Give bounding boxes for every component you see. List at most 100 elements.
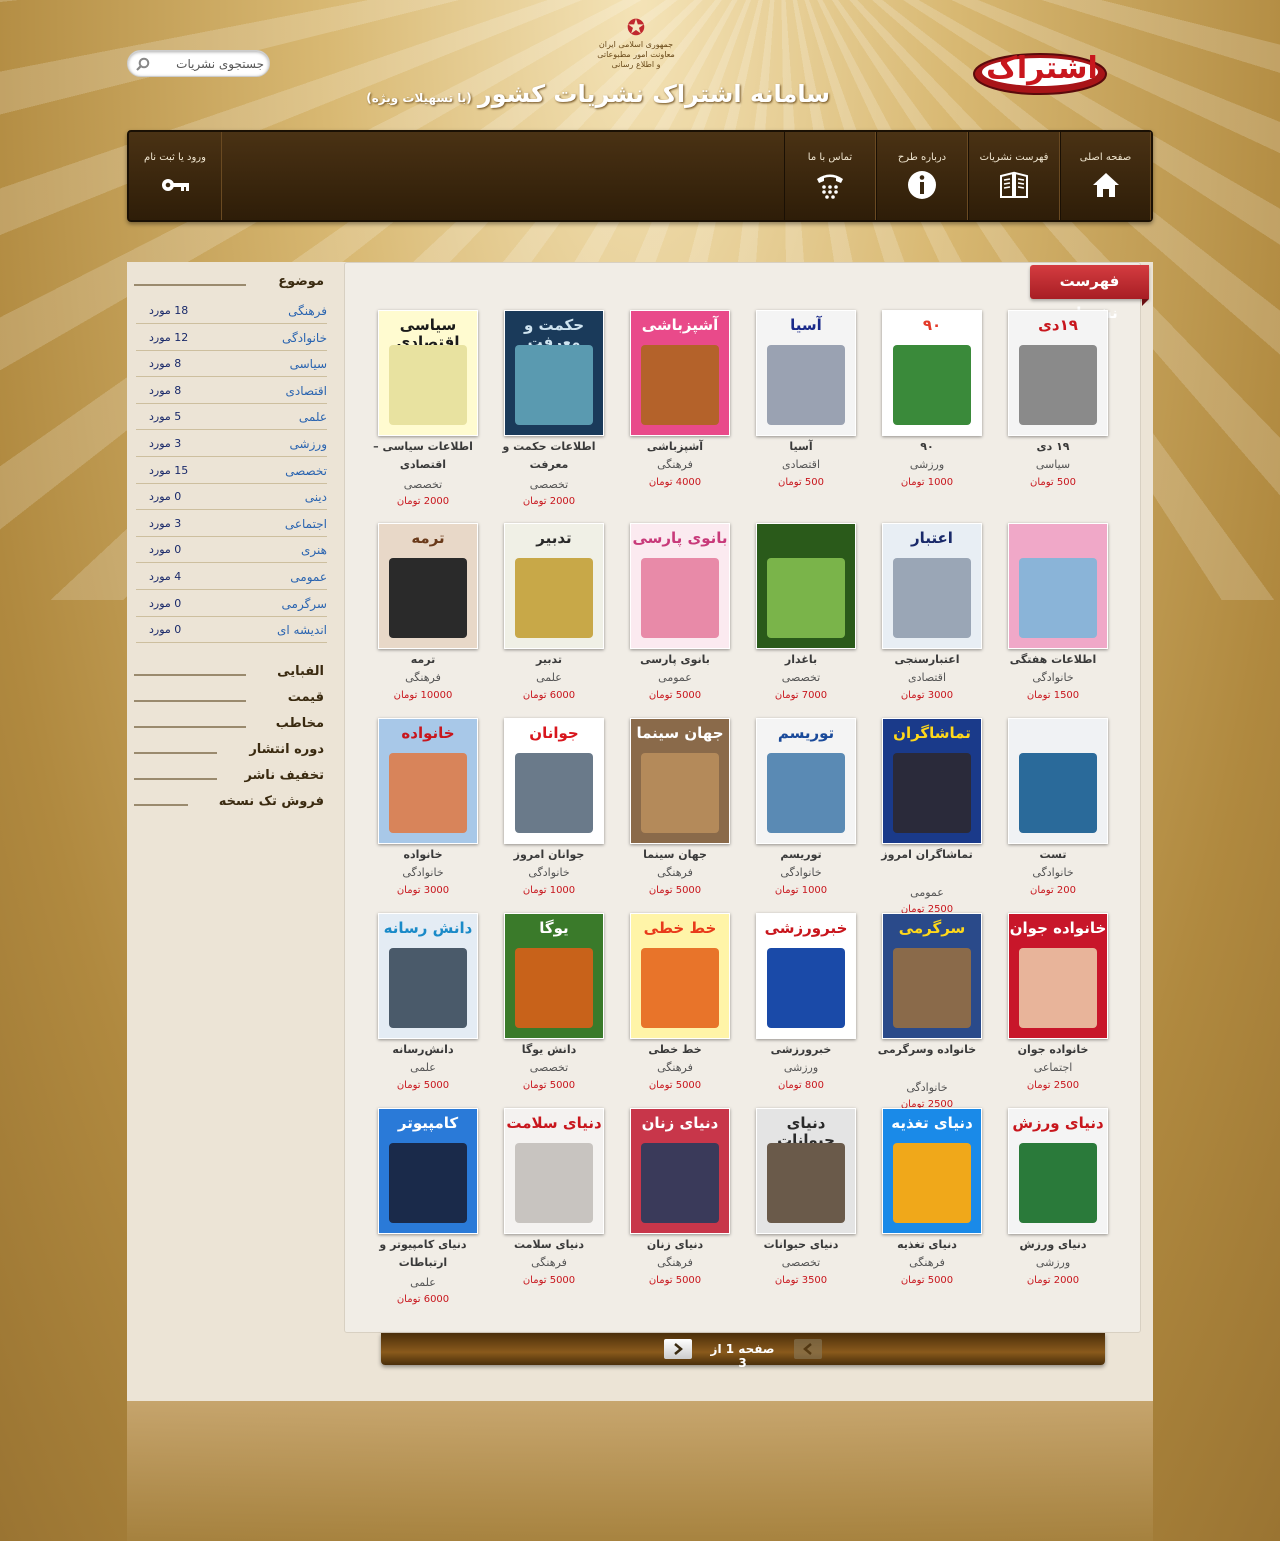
publication-card[interactable]: تدبیر تدبیر علمی 6000 تومان <box>486 521 612 701</box>
publication-name[interactable]: دنیای سلامت <box>490 1236 608 1254</box>
prev-page-button[interactable] <box>794 1339 822 1359</box>
publication-cover[interactable]: سیاسی اقتصادی <box>378 310 478 436</box>
publication-name[interactable]: دنیای تغذیه <box>868 1236 986 1254</box>
publication-card[interactable]: اطلاعات هفتگی خانوادگی 1500 تومان <box>990 521 1116 701</box>
publication-card[interactable]: ۱۹دی ۱۹ دی سیاسی 500 تومان <box>990 308 1116 488</box>
publication-card[interactable]: توریسم توریسم خانوادگی 1000 تومان <box>738 716 864 896</box>
publication-name[interactable]: اطلاعات حکمت و معرفت <box>490 438 608 474</box>
topic-item[interactable]: خانوادگی 12 مورد <box>136 325 327 351</box>
publication-cover[interactable]: جهان سینما <box>630 718 730 844</box>
filter-topic-header[interactable]: موضوع <box>134 274 324 294</box>
topic-item[interactable]: ورزشی 3 مورد <box>136 431 327 457</box>
publication-cover[interactable]: اعتبار <box>882 523 982 649</box>
publication-name[interactable]: اعتبارسنجی <box>868 651 986 669</box>
publication-name[interactable]: دنیای حیوانات <box>742 1236 860 1254</box>
publication-cover[interactable]: خبرورزشی <box>756 913 856 1039</box>
publication-cover[interactable]: دنیای زنان <box>630 1108 730 1234</box>
topic-name[interactable]: فرهنگی <box>288 304 327 318</box>
publication-cover[interactable]: آشپزباشی <box>630 310 730 436</box>
publication-cover[interactable]: تدبیر <box>504 523 604 649</box>
publication-cover[interactable]: دنیای تغذیه <box>882 1108 982 1234</box>
topic-name[interactable]: عمومی <box>290 570 327 584</box>
publication-name[interactable]: دنیای ورزش <box>994 1236 1112 1254</box>
publication-name[interactable]: بانوی پارسی <box>616 651 734 669</box>
publication-cover[interactable]: تماشاگران <box>882 718 982 844</box>
publication-cover[interactable]: سرگرمی <box>882 913 982 1039</box>
publication-name[interactable]: دنیای زنان <box>616 1236 734 1254</box>
publication-card[interactable]: جهان سینما جهان سینما فرهنگی 5000 تومان <box>612 716 738 896</box>
publication-name[interactable]: آسیا <box>742 438 860 456</box>
publication-name[interactable]: تست <box>994 846 1112 864</box>
publication-cover[interactable]: ۹۰ <box>882 310 982 436</box>
topic-item[interactable]: اندیشه ای 0 مورد <box>136 617 327 644</box>
publication-name[interactable]: خانواده جوان <box>994 1041 1112 1059</box>
nav-login[interactable]: ورود یا ثبت نام <box>129 132 222 220</box>
publication-card[interactable]: سیاسی اقتصادی اطلاعات سیاسی – اقتصادی تخصص… <box>360 308 486 507</box>
publication-cover[interactable]: توریسم <box>756 718 856 844</box>
topic-name[interactable]: هنری <box>301 543 327 557</box>
publication-name[interactable]: ۱۹ دی <box>994 438 1112 456</box>
publication-name[interactable]: ترمه <box>364 651 482 669</box>
topic-item[interactable]: سرگرمی 0 مورد <box>136 591 327 617</box>
publication-name[interactable]: آشپزباشی <box>616 438 734 456</box>
publication-card[interactable]: دنیای سلامت دنیای سلامت فرهنگی 5000 تومان <box>486 1106 612 1286</box>
search-input[interactable] <box>152 55 264 73</box>
publication-cover[interactable]: خط خطی <box>630 913 730 1039</box>
publication-cover[interactable] <box>1008 718 1108 844</box>
publication-cover[interactable]: یوگا <box>504 913 604 1039</box>
publication-card[interactable]: باغدار تخصصی 7000 تومان <box>738 521 864 701</box>
publication-name[interactable]: دانش یوگا <box>490 1041 608 1059</box>
publication-card[interactable]: کامپیوتر دنیای کامپیوتر و ارتباطات علمی 600… <box>360 1106 486 1305</box>
topic-item[interactable]: تخصصی 15 مورد <box>136 458 327 484</box>
publication-card[interactable]: دنیای حیوانات دنیای حیوانات تخصصی 3500 توما… <box>738 1106 864 1286</box>
publication-name[interactable]: جوانان امروز <box>490 846 608 864</box>
publication-cover[interactable]: خانواده <box>378 718 478 844</box>
nav-catalog[interactable]: فهرست نشریات <box>968 132 1060 220</box>
nav-contact[interactable]: تماس با ما <box>784 132 876 220</box>
publication-name[interactable]: تماشاگران امروز <box>868 846 986 864</box>
publication-card[interactable]: خانواده جوان خانواده جوان اجتماعی 2500 توما… <box>990 911 1116 1091</box>
publication-cover[interactable]: جوانان <box>504 718 604 844</box>
publication-cover[interactable]: دانش رسانه <box>378 913 478 1039</box>
publication-name[interactable]: خانواده <box>364 846 482 864</box>
publication-card[interactable]: سرگرمی خانواده وسرگرمی خانوادگی 2500 تومان <box>864 911 990 1110</box>
publication-cover[interactable]: دنیای سلامت <box>504 1108 604 1234</box>
nav-about[interactable]: درباره طرح <box>876 132 968 220</box>
publication-card[interactable]: یوگا دانش یوگا تخصصی 5000 تومان <box>486 911 612 1091</box>
site-logo[interactable]: اشتراک <box>972 40 1108 96</box>
next-page-button[interactable] <box>664 1339 692 1359</box>
publication-card[interactable]: جوانان جوانان امروز خانوادگی 1000 تومان <box>486 716 612 896</box>
publication-cover[interactable]: کامپیوتر <box>378 1108 478 1234</box>
publication-cover[interactable] <box>1008 523 1108 649</box>
filter-header[interactable]: الفبایی <box>134 664 324 684</box>
publication-name[interactable]: تدبیر <box>490 651 608 669</box>
topic-item[interactable]: دینی 0 مورد <box>136 484 327 511</box>
publication-card[interactable]: دنیای ورزش دنیای ورزش ورزشی 2000 تومان <box>990 1106 1116 1286</box>
publication-name[interactable]: دانش‌رسانه <box>364 1041 482 1059</box>
topic-item[interactable]: سیاسی 8 مورد <box>136 351 327 378</box>
filter-header[interactable]: قیمت <box>134 690 324 710</box>
topic-name[interactable]: تخصصی <box>285 464 327 478</box>
publication-cover[interactable]: بانوی پارسی <box>630 523 730 649</box>
publication-cover[interactable]: حکمت و معرفت <box>504 310 604 436</box>
publication-cover[interactable]: ترمه <box>378 523 478 649</box>
publication-cover[interactable]: آسیا <box>756 310 856 436</box>
topic-name[interactable]: اندیشه ای <box>277 623 327 637</box>
publication-card[interactable]: آسیا آسیا اقتصادی 500 تومان <box>738 308 864 488</box>
publication-name[interactable]: خانواده وسرگرمی <box>868 1041 986 1059</box>
topic-name[interactable]: سرگرمی <box>282 597 327 611</box>
topic-item[interactable]: اجتماعی 3 مورد <box>136 511 327 537</box>
nav-home[interactable]: صفحه اصلی <box>1060 132 1151 220</box>
topic-name[interactable]: ورزشی <box>290 437 327 451</box>
publication-card[interactable]: تماشاگران تماشاگران امروز عمومی 2500 تومان <box>864 716 990 915</box>
publication-cover[interactable] <box>756 523 856 649</box>
publication-card[interactable]: دانش رسانه دانش‌رسانه علمی 5000 تومان <box>360 911 486 1091</box>
topic-name[interactable]: اجتماعی <box>285 517 327 531</box>
publication-cover[interactable]: دنیای ورزش <box>1008 1108 1108 1234</box>
filter-header[interactable]: تخفیف ناشر <box>134 768 324 788</box>
publication-card[interactable]: ۹۰ ۹۰ ورزشی 1000 تومان <box>864 308 990 488</box>
publication-cover[interactable]: ۱۹دی <box>1008 310 1108 436</box>
publication-name[interactable]: خبرورزشی <box>742 1041 860 1059</box>
topic-name[interactable]: خانوادگی <box>282 331 327 345</box>
topic-name[interactable]: علمی <box>299 410 327 424</box>
